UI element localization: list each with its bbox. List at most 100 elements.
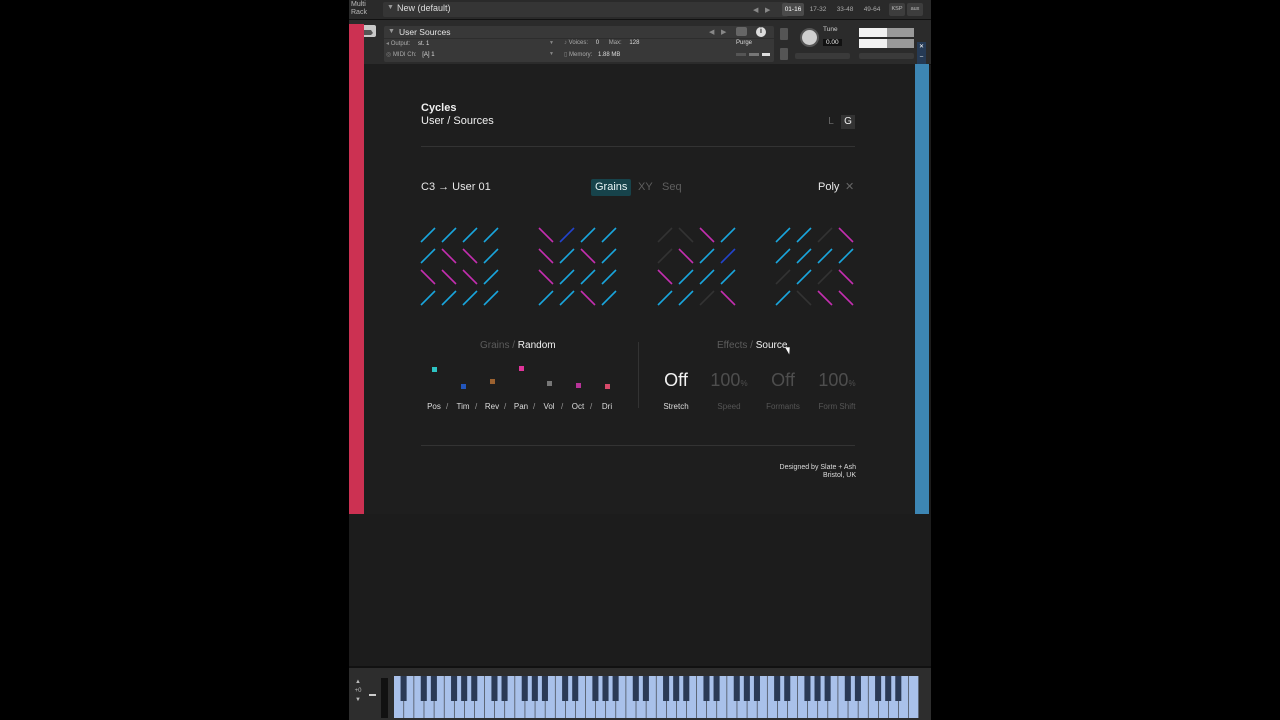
black-key[interactable] — [854, 676, 861, 701]
output-value[interactable]: st. 1 — [418, 41, 429, 47]
param-label-oct[interactable]: Oct — [568, 402, 588, 411]
close-icon[interactable]: ✕ — [845, 180, 854, 193]
mute-icon[interactable] — [780, 48, 788, 60]
next-preset-icon[interactable]: ▶ — [765, 6, 770, 14]
midi-dropdown-icon[interactable]: ▼ — [549, 51, 554, 57]
black-key[interactable] — [875, 676, 882, 701]
black-key[interactable] — [743, 676, 750, 701]
aux-button[interactable]: aux — [907, 3, 923, 16]
mini-slider-3[interactable] — [762, 53, 770, 56]
preset-dropdown-icon[interactable]: ▼ — [387, 4, 394, 11]
poly-mode-button[interactable]: Poly — [818, 181, 839, 193]
black-key[interactable] — [804, 676, 811, 701]
param-label-vol[interactable]: Vol — [539, 402, 559, 411]
size-small-button[interactable]: L — [824, 115, 838, 129]
white-key[interactable] — [908, 676, 919, 718]
grain-pattern-4[interactable] — [775, 227, 856, 308]
size-large-button[interactable]: G — [841, 115, 855, 129]
purge-button[interactable]: Purge — [736, 40, 752, 46]
max-value[interactable]: 128 — [629, 40, 639, 46]
black-key[interactable] — [784, 676, 791, 701]
param-label-dri[interactable]: Dri — [597, 402, 617, 411]
black-key[interactable] — [541, 676, 548, 701]
multi-rack-label[interactable]: Multi Rack — [351, 1, 381, 17]
source-section-mode[interactable]: Source — [756, 340, 788, 351]
close-icon[interactable]: ✕ — [917, 42, 926, 52]
param-label-pos[interactable]: Pos — [424, 402, 444, 411]
pan-slider[interactable] — [795, 53, 850, 59]
grains-section-mode[interactable]: Random — [518, 340, 556, 351]
random-amount-vol[interactable] — [547, 381, 552, 387]
random-amount-pos[interactable] — [432, 366, 437, 372]
volume-slider[interactable] — [859, 53, 914, 59]
page-button-01-16[interactable]: 01-16 — [782, 3, 804, 16]
black-key[interactable] — [451, 676, 458, 701]
page-button-49-64[interactable]: 49-64 — [861, 3, 883, 16]
black-key[interactable] — [642, 676, 649, 701]
random-amount-rev[interactable] — [490, 378, 495, 384]
black-key[interactable] — [420, 676, 427, 701]
black-key[interactable] — [461, 676, 468, 701]
black-key[interactable] — [612, 676, 619, 701]
black-key[interactable] — [753, 676, 760, 701]
black-key[interactable] — [602, 676, 609, 701]
black-key[interactable] — [562, 676, 569, 701]
random-amount-dri[interactable] — [605, 384, 610, 390]
black-key[interactable] — [501, 676, 508, 701]
octave-up-icon[interactable]: ▲ — [351, 678, 365, 687]
mini-slider-1[interactable] — [736, 53, 746, 56]
param-label-tim[interactable]: Tim — [453, 402, 473, 411]
black-key[interactable] — [885, 676, 892, 701]
grains-section-prefix[interactable]: Grains — [480, 340, 509, 351]
mapping-label[interactable]: C3 → User 01 — [421, 181, 491, 193]
black-key[interactable] — [703, 676, 710, 701]
black-key[interactable] — [713, 676, 720, 701]
prev-instrument-icon[interactable]: ◀ — [709, 28, 714, 36]
param-label-rev[interactable]: Rev — [482, 402, 502, 411]
instrument-name[interactable]: User Sources — [399, 27, 451, 37]
random-amount-oct[interactable] — [576, 383, 581, 389]
black-key[interactable] — [592, 676, 599, 701]
camera-icon[interactable] — [736, 27, 747, 36]
piano-keyboard[interactable] — [394, 676, 919, 718]
formants-value[interactable]: Off — [758, 370, 808, 391]
octave-down-icon[interactable]: ▼ — [351, 696, 365, 705]
speed-value[interactable]: 100% — [704, 370, 754, 391]
ksp-button[interactable]: KSP — [889, 3, 905, 16]
black-key[interactable] — [572, 676, 579, 701]
rack-scroll-bar[interactable] — [915, 64, 929, 514]
output-dropdown-icon[interactable]: ▼ — [549, 40, 554, 46]
black-key[interactable] — [531, 676, 538, 701]
multi-preset-field[interactable]: ▼ New (default) ◀ ▶ — [383, 2, 788, 17]
stretch-value[interactable]: Off — [651, 370, 701, 391]
prev-preset-icon[interactable]: ◀ — [753, 6, 758, 14]
param-label-pan[interactable]: Pan — [511, 402, 531, 411]
black-key[interactable] — [733, 676, 740, 701]
black-key[interactable] — [895, 676, 902, 701]
tab-seq[interactable]: Seq — [662, 179, 682, 196]
form-shift-value[interactable]: 100% — [812, 370, 862, 391]
info-icon[interactable]: i — [756, 27, 766, 37]
tune-value[interactable]: 0.00 — [823, 39, 842, 46]
grain-pattern-3[interactable] — [657, 227, 738, 308]
black-key[interactable] — [683, 676, 690, 701]
next-instrument-icon[interactable]: ▶ — [721, 28, 726, 36]
black-key[interactable] — [673, 676, 680, 701]
minimize-icon[interactable]: – — [917, 52, 926, 62]
source-section-prefix[interactable]: Effects — [717, 340, 747, 351]
black-key[interactable] — [663, 676, 670, 701]
black-key[interactable] — [430, 676, 437, 701]
black-key[interactable] — [632, 676, 639, 701]
black-key[interactable] — [824, 676, 831, 701]
grain-pattern-2[interactable] — [538, 227, 619, 308]
solo-icon[interactable] — [780, 28, 788, 40]
grain-pattern-1[interactable] — [420, 227, 501, 308]
black-key[interactable] — [814, 676, 821, 701]
mod-wheel[interactable] — [381, 678, 388, 718]
tab-xy[interactable]: XY — [638, 179, 653, 196]
black-key[interactable] — [521, 676, 528, 701]
tab-grains[interactable]: Grains — [591, 179, 632, 196]
page-button-33-48[interactable]: 33-48 — [834, 3, 856, 16]
midi-value[interactable]: [A] 1 — [422, 52, 434, 58]
random-amount-tim[interactable] — [461, 383, 466, 389]
